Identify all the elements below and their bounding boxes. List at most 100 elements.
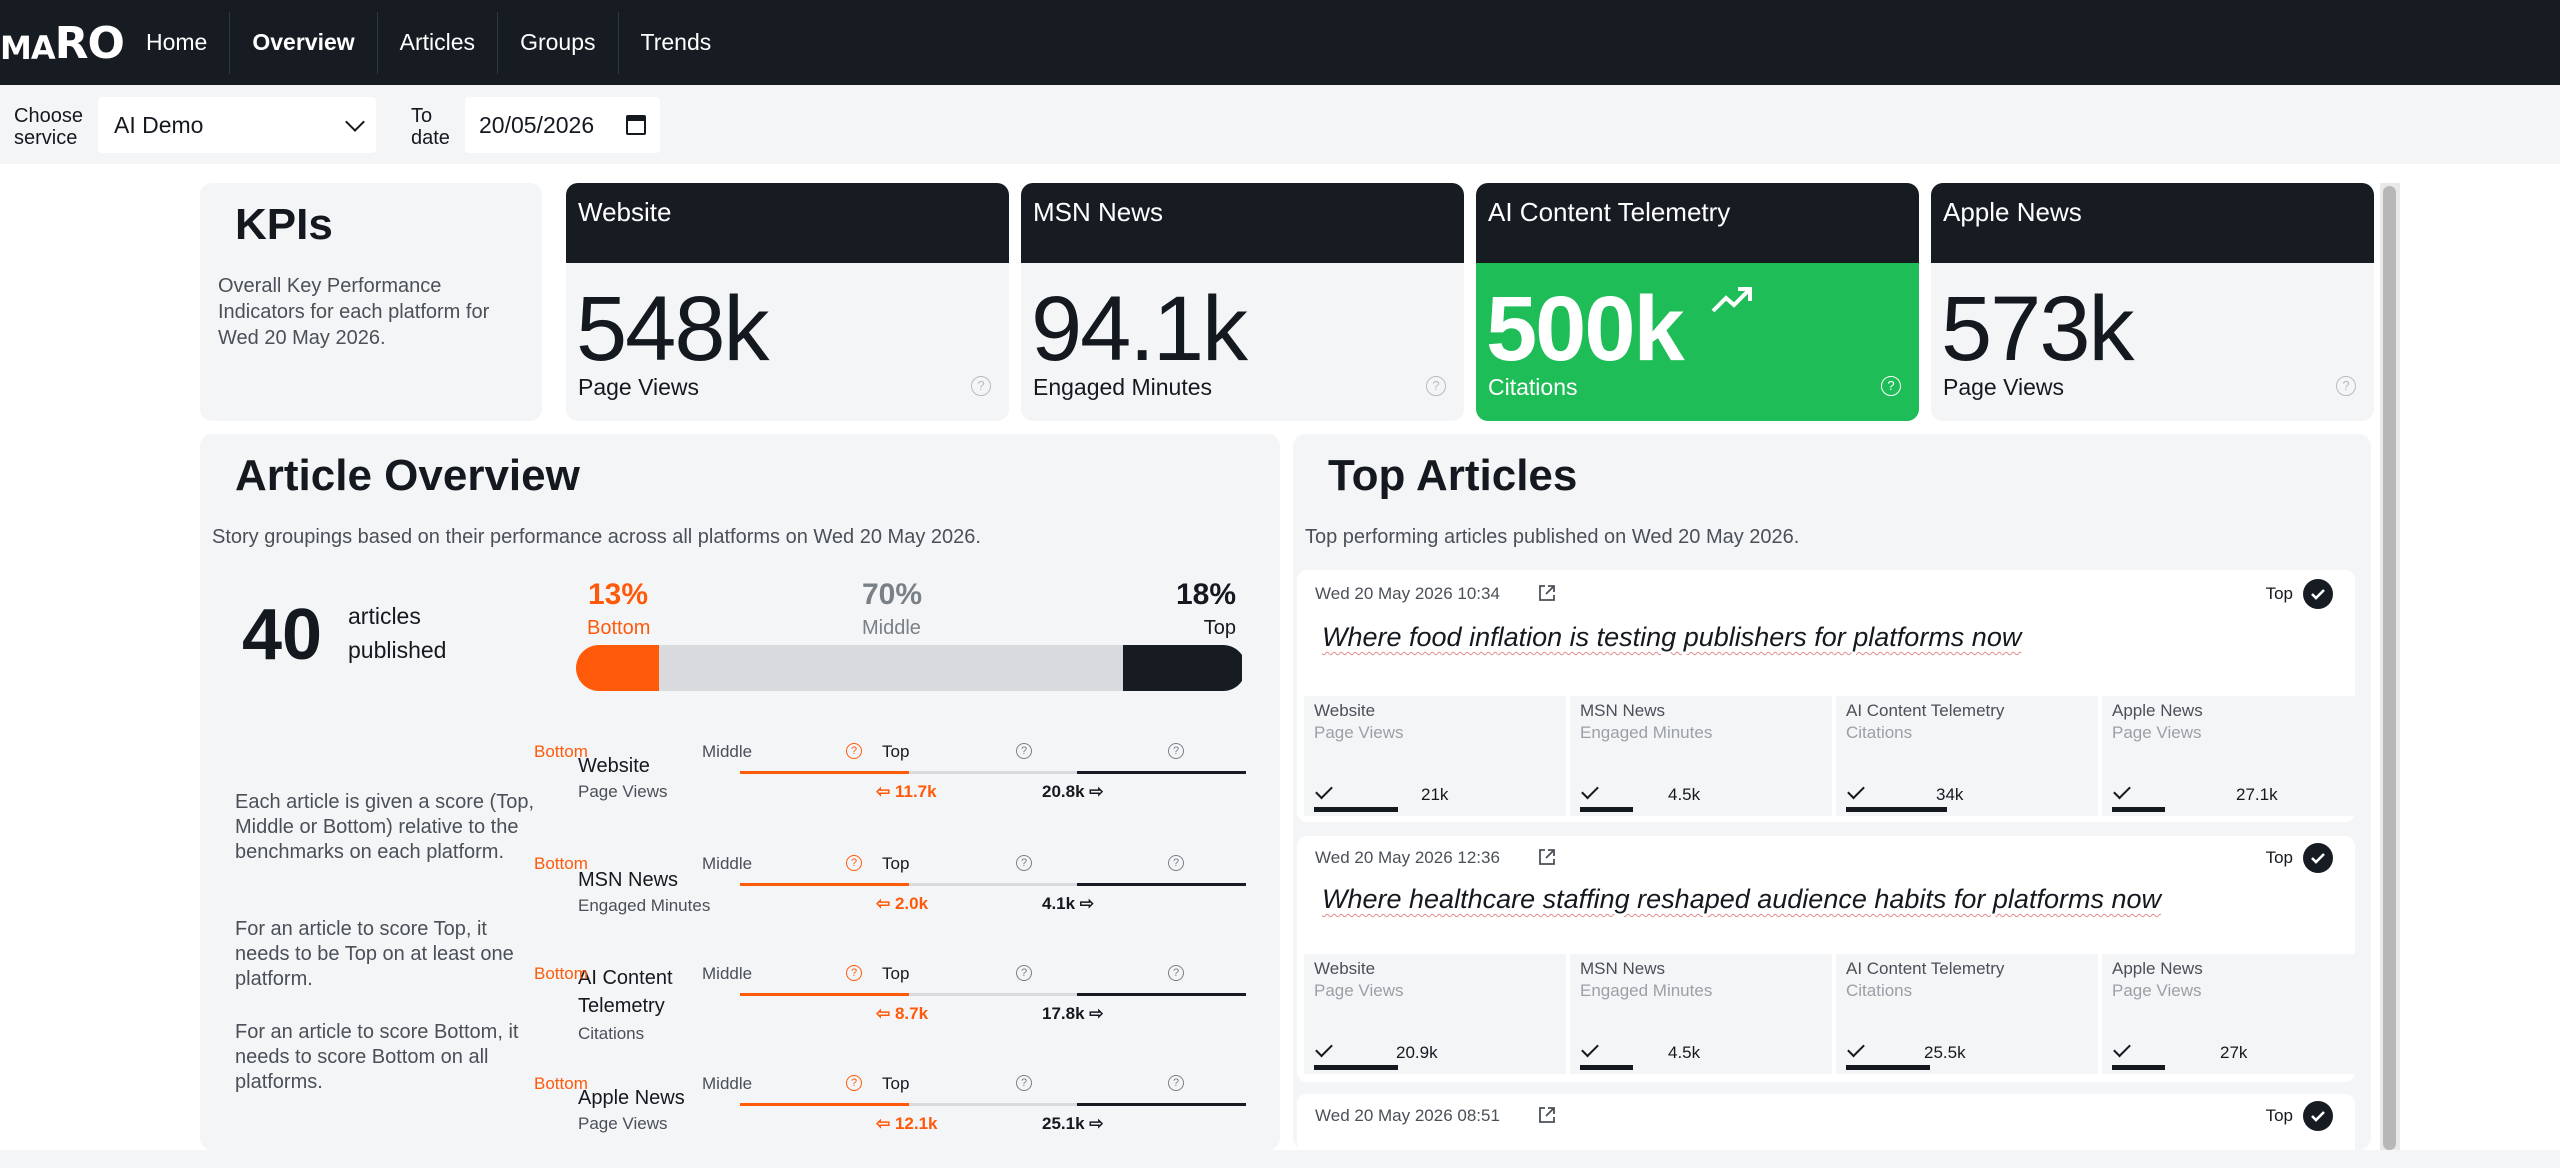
help-icon[interactable]: ? <box>1016 743 1032 759</box>
metric-value: 34k <box>1936 785 1964 804</box>
service-select-value: AI Demo <box>114 111 204 138</box>
article-card[interactable]: Wed 20 May 2026 08:51 Top <box>1297 1094 2355 1150</box>
check-circle-icon <box>2303 579 2333 609</box>
level-label-top: Top <box>882 854 910 873</box>
metric-value: 25.5k <box>1924 1043 1966 1062</box>
kpi-card-value: 94.1k <box>1031 278 1248 380</box>
scrollbar-thumb[interactable] <box>2383 186 2396 1150</box>
benchmark-line-bottom <box>740 883 909 886</box>
benchmark-line-top <box>1077 771 1246 774</box>
level-label-top: Top <box>882 742 910 761</box>
help-icon[interactable]: ? <box>1168 743 1184 759</box>
kpi-card-value: 548k <box>576 278 769 380</box>
metric-cell: Website Page Views 21k <box>1304 696 1566 816</box>
metric-level-bar <box>2112 807 2165 812</box>
metric-cell: Website Page Views 20.9k <box>1304 954 1566 1074</box>
score-distribution-bar <box>576 645 1246 691</box>
logo-text-large: RO <box>54 17 125 69</box>
help-icon[interactable]: ? <box>1016 965 1032 981</box>
help-icon[interactable]: ? <box>846 965 862 981</box>
top-badge-label: Top <box>2265 1106 2293 1125</box>
top-nav: MA RO Home Overview Articles Groups Tren… <box>0 0 2560 85</box>
kpi-card-platform: Website <box>566 183 1009 263</box>
external-link-icon[interactable] <box>1537 583 1557 603</box>
trending-up-icon <box>1711 287 1752 313</box>
metric-name: Page Views <box>1314 981 1404 1000</box>
article-title[interactable]: Where healthcare staffing reshaped audie… <box>1322 884 2161 915</box>
kpi-card-ai-content-telemetry: AI Content Telemetry 500k Citations ? <box>1476 183 1919 421</box>
kpi-card-website: Website 548k Page Views ? <box>566 183 1009 421</box>
help-icon[interactable]: ? <box>1881 376 1901 396</box>
metric-level-bar <box>1580 1065 1633 1070</box>
external-link-icon[interactable] <box>1537 847 1557 867</box>
article-card[interactable]: Wed 20 May 2026 10:34 Top Where food inf… <box>1297 570 2364 822</box>
top-threshold: 25.1k ⇨ <box>1042 1114 1104 1133</box>
level-label-top: Top <box>882 1074 910 1093</box>
help-icon[interactable]: ? <box>2336 376 2356 396</box>
help-icon[interactable]: ? <box>846 1075 862 1091</box>
bottom-threshold: ⇦ 2.0k <box>876 894 929 913</box>
bottom-segment <box>576 645 659 691</box>
bottom-percent: 13% <box>588 578 649 611</box>
nav-item-home[interactable]: Home <box>124 11 231 74</box>
app-logo[interactable]: MA RO <box>0 8 125 78</box>
metric-level-bar <box>2112 1065 2165 1070</box>
kpi-card-metric: Citations <box>1488 374 1578 400</box>
metric-level-bar <box>1846 807 1947 812</box>
metric-name: Engaged Minutes <box>1580 723 1713 742</box>
filter-bar: Choose service AI Demo To date 20/05/202… <box>0 85 2560 164</box>
check-icon <box>1847 1039 1865 1058</box>
metric-platform: Website <box>1314 701 1376 720</box>
nav-item-trends[interactable]: Trends <box>619 12 734 74</box>
article-card[interactable]: Wed 20 May 2026 12:36 Top Where healthca… <box>1297 836 2364 1082</box>
count-label-line-1: articles <box>348 603 421 629</box>
article-title[interactable]: Where food inflation is testing publishe… <box>1322 622 2021 653</box>
check-icon <box>1847 781 1865 800</box>
nav-item-overview[interactable]: Overview <box>230 11 378 74</box>
benchmark-line-middle <box>909 883 1077 886</box>
kpi-card-msn-news: MSN News 94.1k Engaged Minutes ? <box>1021 183 1464 421</box>
explanation-paragraph-3: For an article to score Bottom, it needs… <box>235 1021 519 1093</box>
article-overview-subtitle: Story groupings based on their performan… <box>212 526 981 548</box>
top-threshold: 4.1k ⇨ <box>1042 894 1095 913</box>
help-icon[interactable]: ? <box>1426 376 1446 396</box>
count-label-line-2: published <box>348 637 447 663</box>
metric-cell: Apple News Page Views 27.1k <box>2102 696 2364 816</box>
top-threshold: 17.8k ⇨ <box>1042 1004 1104 1023</box>
help-icon[interactable]: ? <box>1016 1075 1032 1091</box>
date-input-value: 20/05/2026 <box>479 111 595 138</box>
help-icon[interactable]: ? <box>1016 855 1032 871</box>
metric-name: Page Views <box>1314 723 1404 742</box>
benchmark-line-middle <box>909 993 1077 996</box>
help-icon[interactable]: ? <box>971 376 991 396</box>
benchmark-line-top <box>1077 1103 1246 1106</box>
metric-level-bar <box>1314 807 1398 812</box>
explanation-paragraph-2: For an article to score Top, it needs to… <box>235 918 514 990</box>
nav-item-groups[interactable]: Groups <box>498 11 619 74</box>
calendar-icon[interactable] <box>626 115 646 135</box>
metric-level-bar <box>1314 1065 1398 1070</box>
article-overview-title: Article Overview <box>235 451 580 500</box>
middle-label: Middle <box>862 617 921 639</box>
kpi-intro-card: KPIs Overall Key Performance Indicators … <box>200 183 542 421</box>
benchmark-line-top <box>1077 993 1246 996</box>
external-link-icon[interactable] <box>1537 1105 1557 1125</box>
service-select[interactable]: AI Demo <box>98 97 376 153</box>
level-label-middle: Middle <box>702 742 753 761</box>
metric-cell: Apple News Page Views 27k <box>2102 954 2364 1074</box>
kpi-title: KPIs <box>235 200 333 249</box>
metric-value: 4.5k <box>1668 1043 1701 1062</box>
level-label-middle: Middle <box>702 854 753 873</box>
help-icon[interactable]: ? <box>1168 965 1184 981</box>
metric-name: Citations <box>1846 723 1913 742</box>
help-icon[interactable]: ? <box>1168 1075 1184 1091</box>
help-icon[interactable]: ? <box>846 855 862 871</box>
help-icon[interactable]: ? <box>846 743 862 759</box>
date-input[interactable]: 20/05/2026 <box>465 97 660 153</box>
help-icon[interactable]: ? <box>1168 855 1184 871</box>
metric-platform: Apple News <box>2112 959 2203 978</box>
nav-item-articles[interactable]: Articles <box>378 11 499 74</box>
top-badge-label: Top <box>2265 584 2293 603</box>
metric-name: Engaged Minutes <box>1580 981 1713 1000</box>
metric-value: 4.5k <box>1668 785 1701 804</box>
